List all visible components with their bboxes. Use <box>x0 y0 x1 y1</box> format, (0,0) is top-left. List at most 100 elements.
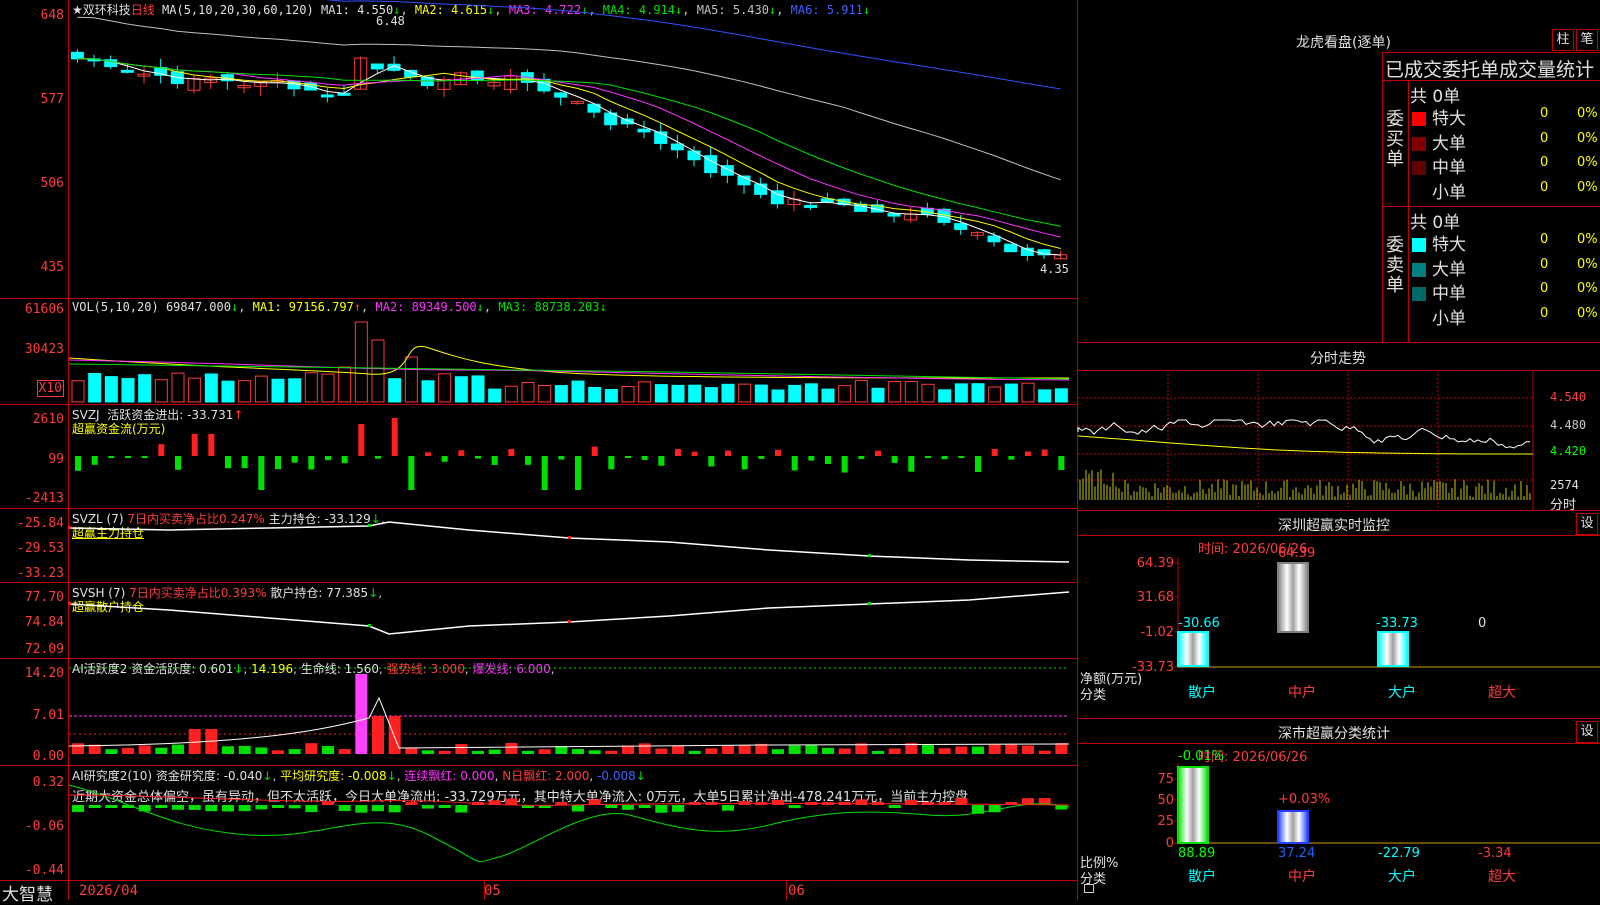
candle-body <box>1004 243 1018 253</box>
research-bar <box>138 805 151 812</box>
flow-bar <box>741 456 748 470</box>
bar-mode-button[interactable]: 柱 <box>1552 29 1574 51</box>
research-bar <box>605 805 618 808</box>
activity-bar <box>772 749 784 754</box>
candle-body <box>120 69 134 73</box>
activity-bar <box>555 746 568 754</box>
research-bar <box>155 805 168 809</box>
volume-bar <box>354 321 368 403</box>
vol-y-axis: 61606 30423 X10 <box>0 298 68 404</box>
svzj-chart[interactable] <box>69 404 1076 508</box>
ai-research-y-label: -0.06 <box>24 819 64 834</box>
flow-bar <box>675 449 681 456</box>
activity-bar <box>438 750 451 754</box>
research-bar <box>305 805 318 813</box>
x-axis-title: 分类 <box>1080 688 1106 703</box>
order-row: 小单 0 0% <box>1412 178 1600 203</box>
volume-bar <box>121 378 135 403</box>
svzl-y-label: -33.23 <box>17 566 64 581</box>
flow-bar <box>241 456 248 469</box>
volume-bar <box>321 373 335 403</box>
svsh-y-label: 77.70 <box>24 590 64 605</box>
flow-bar <box>841 456 848 473</box>
volume-bar <box>221 380 235 403</box>
research-bar <box>572 805 584 812</box>
activity-bar <box>822 747 834 754</box>
research-bar <box>405 802 418 805</box>
flow-bar <box>325 456 331 461</box>
activity-bar <box>122 747 134 754</box>
research-bar <box>338 805 351 811</box>
y-axis-title: 比例% <box>1080 856 1118 871</box>
research-bar <box>355 805 368 813</box>
order-count: 0 <box>1540 130 1549 146</box>
volume-bar <box>471 375 485 403</box>
activity-bar <box>572 748 584 754</box>
candle-body <box>754 183 768 195</box>
candle-body <box>70 51 84 60</box>
ai-research-y-label: -0.44 <box>24 863 64 878</box>
flow-bar <box>508 449 515 456</box>
research-bar <box>888 805 901 808</box>
kline-chart[interactable] <box>69 0 1076 298</box>
activity-bar <box>222 746 234 754</box>
kline-y-label: 577 <box>40 92 64 107</box>
category-label: 超大 <box>1488 869 1516 885</box>
y-tick-label: 75 <box>1157 772 1174 787</box>
category-label: 大户 <box>1388 868 1416 885</box>
activity-bar <box>1038 750 1051 754</box>
svzl-chart[interactable] <box>68 508 1076 582</box>
sz-class-chart[interactable]: 75 50 25 0 散户 中户 大户 超大 比例%分类 -0.01% +0.03% 88.89 37.… <box>1078 743 1600 900</box>
activity-bar <box>105 749 118 754</box>
vol-y-label: 61606 <box>24 302 64 317</box>
order-type: 中单 <box>1432 284 1466 304</box>
volume-bar <box>188 377 202 403</box>
order-type: 大单 <box>1432 133 1466 154</box>
intraday-chart[interactable] <box>1077 370 1600 510</box>
order-type: 大单 <box>1432 259 1466 280</box>
research-bar <box>672 805 684 812</box>
value-label: -0.01% <box>1178 749 1224 764</box>
activity-bar <box>405 747 418 754</box>
tick-mode-button[interactable]: 笔 <box>1576 29 1598 51</box>
flow-bar <box>775 449 781 456</box>
svzl-y-label: -29.53 <box>17 541 64 556</box>
flow-bar <box>525 456 531 465</box>
research-bar <box>788 805 801 809</box>
category-label: 大户 <box>1388 684 1416 701</box>
volume-bar <box>488 388 502 403</box>
flow-bar <box>891 456 898 463</box>
activity-bar <box>138 745 151 754</box>
ai-research-chart[interactable] <box>68 765 1076 880</box>
flow-bar <box>475 456 481 459</box>
activity-bar <box>238 745 251 754</box>
sz-monitor-chart[interactable]: 64.39 31.68 -1.02 -33.73 散户 中户 大户 超大 净额(万元)分类 -30… <box>1078 535 1600 715</box>
sz-class-settings-button[interactable]: 设 <box>1576 721 1598 743</box>
sz-monitor-settings-button[interactable]: 设 <box>1576 513 1598 535</box>
activity-bar <box>488 749 501 754</box>
research-bar <box>272 805 284 808</box>
svsh-chart[interactable] <box>68 582 1076 658</box>
ai-active-y-label: 7.01 <box>32 708 64 723</box>
buy-order-label: 委买单 <box>1386 109 1404 170</box>
activity-bar <box>538 749 551 754</box>
order-count: 0 <box>1540 106 1549 121</box>
activity-bar <box>422 750 434 754</box>
order-pct: 0% <box>1577 106 1598 121</box>
flow-bar <box>1025 451 1031 456</box>
ai-active-chart[interactable] <box>68 658 1076 765</box>
flow-bar <box>858 456 865 459</box>
flow-bar <box>341 456 348 464</box>
volume-bar <box>271 378 285 403</box>
volume-bar <box>1004 383 1018 403</box>
research-bar <box>772 799 784 805</box>
activity-bar <box>972 746 984 754</box>
order-row: 特大 0 0% <box>1412 230 1600 255</box>
volume-chart[interactable] <box>68 298 1076 404</box>
candle-body <box>637 128 651 133</box>
flow-bar <box>158 444 165 456</box>
flow-bar <box>441 456 448 462</box>
activity-bar <box>1005 744 1018 754</box>
flow-bar <box>1041 449 1048 456</box>
flow-bar <box>541 456 548 490</box>
